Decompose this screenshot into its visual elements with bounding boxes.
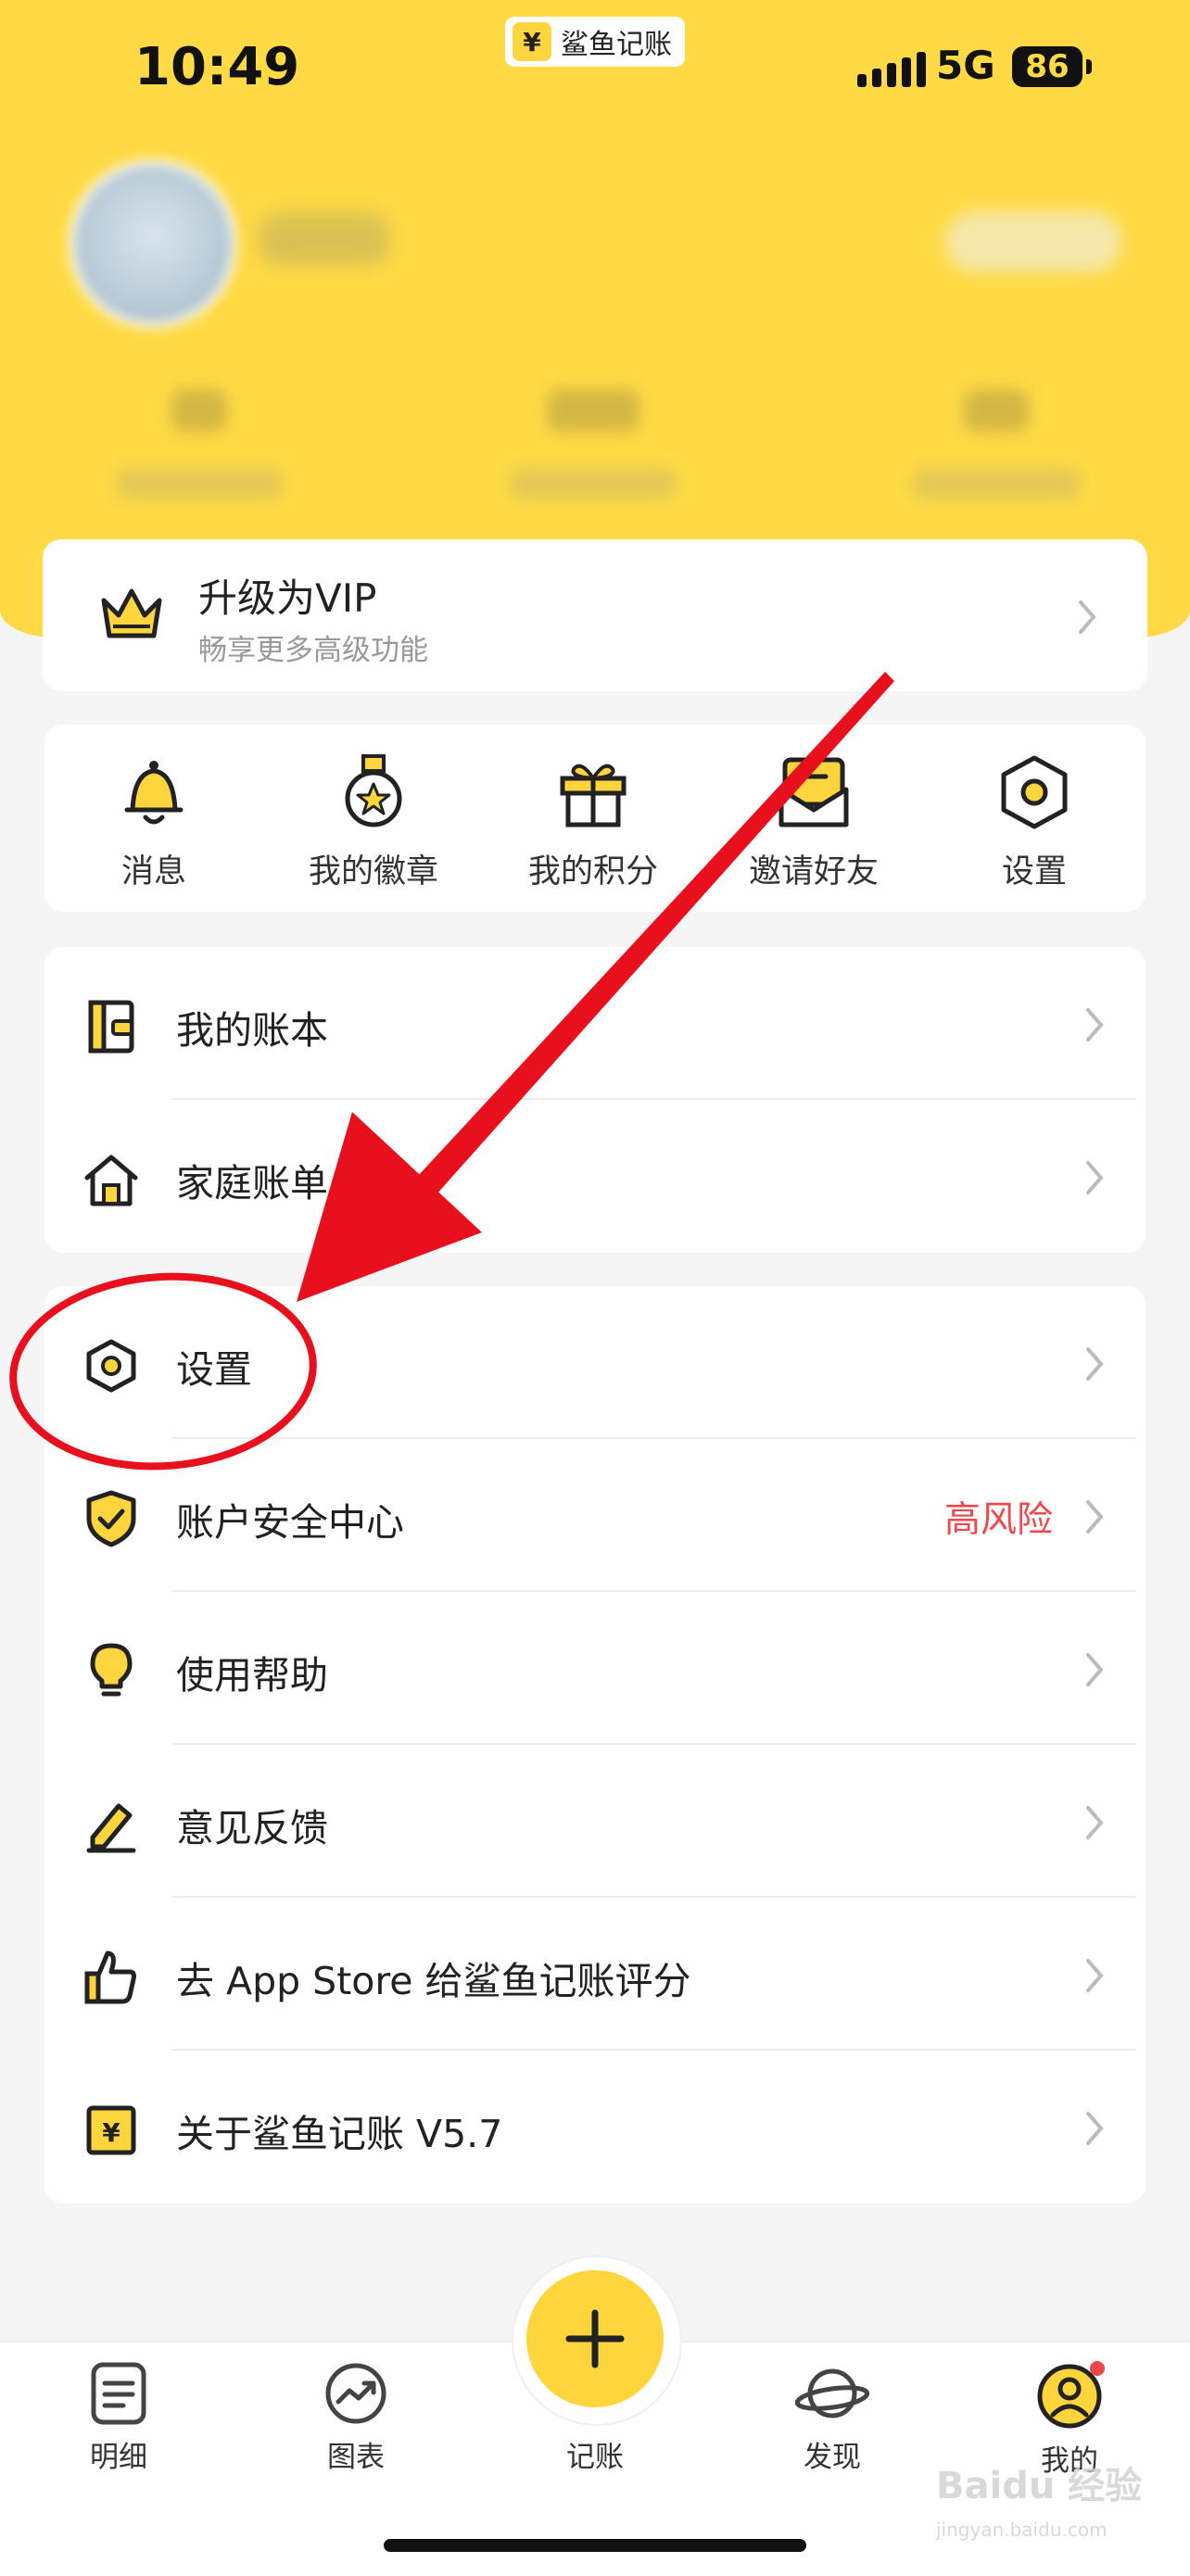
quick-action-badges[interactable]: 我的徽章 — [290, 752, 457, 892]
chevron-right-icon — [1086, 1806, 1104, 1839]
shield-check-icon — [86, 1490, 136, 1547]
chevron-right-icon — [1086, 1500, 1104, 1534]
stat-label-2 — [510, 468, 677, 499]
menu-item-label: 账户安全中心 — [176, 1500, 404, 1545]
chart-circle-icon — [325, 2363, 386, 2424]
chevron-right-icon — [1086, 2112, 1104, 2145]
pencil-icon — [86, 1803, 136, 1853]
add-record-button[interactable] — [526, 2270, 664, 2407]
app-name: 鲨鱼记账 — [561, 29, 672, 61]
tab-label: 发现 — [804, 2441, 861, 2474]
username-blurred — [260, 213, 389, 265]
planet-icon — [795, 2368, 869, 2418]
medal-icon — [345, 754, 402, 827]
watermark: Baidu 经验 — [936, 2465, 1143, 2507]
ledger-icon — [88, 1000, 134, 1054]
svg-text:¥: ¥ — [102, 2117, 120, 2148]
notification-dot — [1090, 2361, 1105, 2376]
quick-action-label: 邀请好友 — [748, 853, 879, 890]
tab-label: 图表 — [327, 2441, 385, 2474]
home-indicator[interactable] — [384, 2539, 806, 2552]
status-time: 10:49 — [134, 37, 300, 97]
lightbulb-icon — [90, 1643, 133, 1697]
user-icon — [1037, 2361, 1105, 2429]
hexagon-settings-icon — [86, 1339, 136, 1393]
menu-item-family-bills[interactable]: 家庭账单 — [44, 1100, 1146, 1253]
hexagon-settings-icon — [1001, 755, 1068, 829]
tab-details[interactable]: 明细 — [54, 2361, 184, 2475]
stat-value-3 — [964, 389, 1029, 432]
bell-icon — [124, 761, 184, 825]
envelope-icon — [779, 757, 849, 827]
chevron-right-icon — [1079, 600, 1096, 634]
menu-item-about[interactable]: ¥ 关于鲨鱼记账 V5.7 — [44, 2051, 1146, 2203]
menu-item-label: 家庭账单 — [176, 1161, 328, 1206]
network-type: 5G — [936, 43, 995, 88]
menu-item-label: 使用帮助 — [176, 1653, 328, 1698]
thumbs-up-icon — [84, 1951, 136, 2004]
menu-item-settings[interactable]: 设置 — [44, 1286, 1146, 1439]
yuan-box-icon: ¥ — [86, 2105, 136, 2155]
quick-action-messages[interactable]: 消息 — [70, 752, 237, 892]
chevron-right-icon — [1086, 1161, 1104, 1194]
menu-item-help[interactable]: 使用帮助 — [44, 1592, 1146, 1745]
quick-action-points[interactable]: 我的积分 — [510, 752, 677, 892]
chevron-right-icon — [1086, 1347, 1104, 1381]
menu-item-label: 关于鲨鱼记账 V5.7 — [176, 2112, 503, 2156]
quick-action-invite[interactable]: 邀请好友 — [730, 752, 897, 892]
gift-icon — [560, 764, 627, 827]
stat-label-3 — [913, 468, 1080, 499]
tab-discover[interactable]: 发现 — [767, 2361, 897, 2475]
app-return-badge[interactable]: ¥ 鲨鱼记账 — [505, 17, 685, 67]
chevron-right-icon — [1086, 1008, 1104, 1042]
app-logo-icon: ¥ — [513, 22, 551, 61]
quick-action-settings[interactable]: 设置 — [951, 752, 1118, 892]
battery-icon: 86 — [1012, 46, 1082, 87]
menu-group-ledger: 我的账本 家庭账单 — [44, 947, 1146, 1253]
menu-item-label: 去 App Store 给鲨鱼记账评分 — [176, 1959, 691, 2003]
avatar[interactable] — [74, 165, 232, 322]
menu-item-label: 意见反馈 — [176, 1806, 328, 1850]
menu-item-feedback[interactable]: 意见反馈 — [44, 1745, 1146, 1898]
document-icon — [91, 2362, 146, 2425]
stat-value-1 — [171, 389, 227, 432]
battery-tip — [1086, 59, 1092, 74]
tab-label-record: 记账 — [566, 2441, 624, 2474]
quick-action-label: 我的积分 — [527, 853, 658, 890]
menu-item-rate-app[interactable]: 去 App Store 给鲨鱼记账评分 — [44, 1898, 1146, 2051]
quick-action-label: 设置 — [1001, 853, 1067, 890]
chevron-right-icon — [1086, 1959, 1104, 1992]
profile-action-blurred[interactable] — [945, 211, 1121, 272]
house-icon — [84, 1155, 138, 1206]
menu-item-label: 我的账本 — [176, 1008, 328, 1053]
menu-item-label: 设置 — [176, 1347, 252, 1392]
menu-group-settings: 设置 账户安全中心 高风险 使用帮助 意见反馈 去 App Store 给鲨鱼记… — [44, 1286, 1146, 2203]
tab-label: 明细 — [90, 2441, 147, 2474]
chevron-right-icon — [1086, 1653, 1104, 1686]
menu-item-my-ledger[interactable]: 我的账本 — [44, 947, 1146, 1100]
signal-icon — [857, 52, 926, 87]
stat-value-2 — [547, 389, 639, 432]
vip-subtitle: 畅享更多高级功能 — [198, 634, 428, 667]
tab-charts[interactable]: 图表 — [291, 2361, 421, 2475]
quick-action-label: 我的徽章 — [308, 853, 438, 890]
plus-icon — [565, 2309, 625, 2368]
vip-title: 升级为VIP — [198, 575, 377, 621]
stat-label-1 — [116, 468, 283, 499]
risk-status-badge: 高风险 — [943, 1499, 1053, 1541]
quick-action-label: 消息 — [120, 853, 186, 890]
watermark-url: jingyan.baidu.com — [936, 2519, 1108, 2541]
menu-item-security-center[interactable]: 账户安全中心 高风险 — [44, 1439, 1146, 1592]
crown-icon — [101, 588, 162, 638]
